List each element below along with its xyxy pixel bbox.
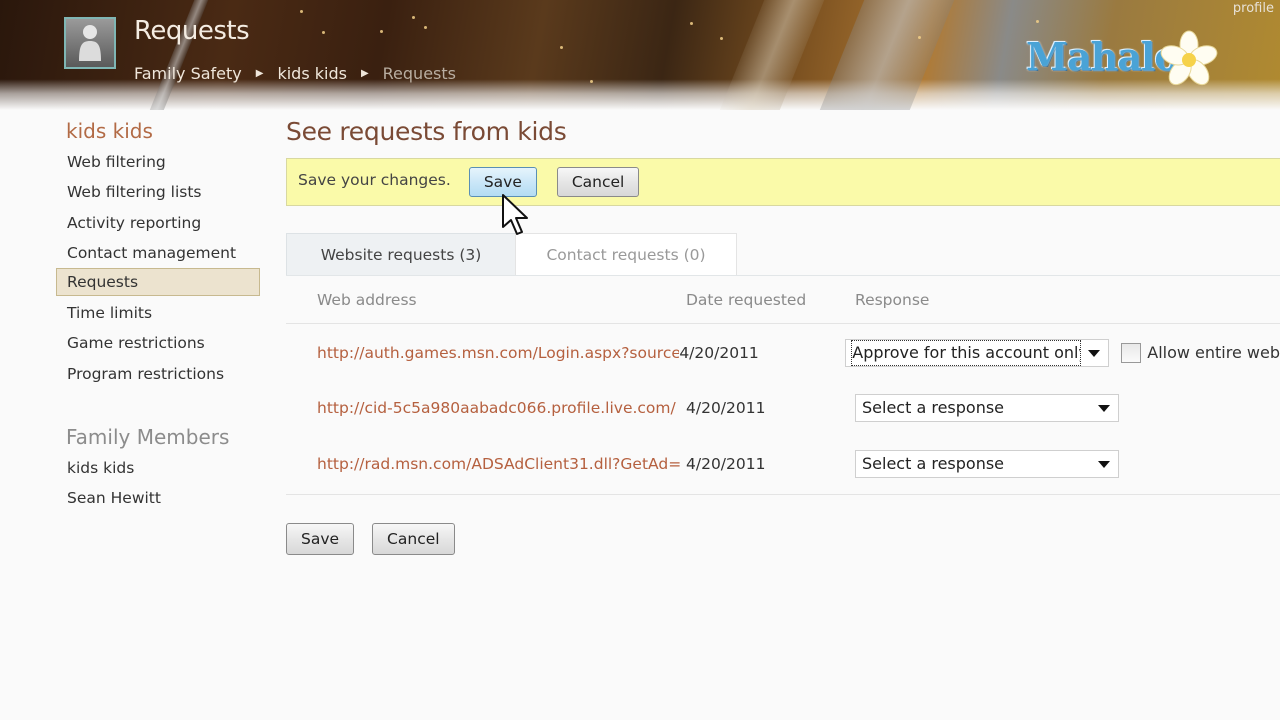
header-decoration: [690, 22, 693, 25]
response-cell: Select a response: [855, 394, 1280, 423]
profile-link[interactable]: profile: [1233, 1, 1274, 16]
save-changes-message: Save your changes.: [298, 171, 451, 189]
bottom-actions: Save Cancel: [286, 522, 1280, 555]
family-members-heading: Family Members: [66, 425, 230, 450]
column-header-web-address: Web address: [317, 290, 417, 309]
triangle-right-icon: ▶: [255, 68, 264, 79]
header-decoration: [1036, 20, 1039, 23]
sidebar-item-time-limits[interactable]: Time limits: [56, 297, 260, 327]
main-content: See requests from kids Save your changes…: [286, 110, 1280, 555]
sidebar-item-web-filtering-lists[interactable]: Web filtering lists: [56, 176, 260, 206]
breadcrumb-kids-kids[interactable]: kids kids: [277, 64, 347, 83]
date-requested: 4/20/2011: [686, 454, 766, 473]
tab-contact-requests[interactable]: Contact requests (0): [515, 233, 737, 275]
cancel-button-bottom[interactable]: Cancel: [372, 522, 455, 555]
sidebar-item-contact-management[interactable]: Contact management: [56, 237, 260, 267]
web-address-link[interactable]: http://rad.msn.com/ADSAdClient31.dll?Get…: [286, 455, 686, 473]
response-select[interactable]: Select a response: [855, 394, 1119, 423]
mouse-cursor-icon: [502, 194, 528, 235]
breadcrumb: Family Safety ▶ kids kids ▶ Requests: [134, 64, 456, 83]
column-header-response: Response: [855, 290, 930, 309]
response-select[interactable]: Select a response: [855, 449, 1119, 478]
sidebar-item-program-restrictions[interactable]: Program restrictions: [56, 358, 260, 388]
sidebar: kids kids Web filtering Web filtering li…: [56, 116, 260, 513]
breadcrumb-family-safety[interactable]: Family Safety: [134, 64, 242, 83]
allow-entire-website-label: Allow entire web: [1147, 343, 1280, 363]
cancel-button[interactable]: Cancel: [556, 167, 640, 197]
request-tabs: Website requests (3) Contact requests (0…: [286, 233, 1280, 275]
save-button-bottom[interactable]: Save: [286, 522, 355, 555]
triangle-right-icon: ▶: [360, 68, 369, 79]
header-decoration: [807, 0, 963, 110]
chevron-down-icon: [1098, 405, 1110, 413]
chevron-down-icon: [1098, 460, 1110, 468]
web-address-link[interactable]: http://cid-5c5a980aabadc066.profile.live…: [286, 399, 686, 417]
response-cell: Approve for this account only Allow enti…: [845, 338, 1280, 367]
page-heading: Requests: [134, 16, 250, 46]
sidebar-item-activity-reporting[interactable]: Activity reporting: [56, 207, 260, 237]
header-decoration: [412, 16, 415, 19]
header-decoration: [720, 37, 723, 40]
table-row: http://rad.msn.com/ADSAdClient31.dll?Get…: [286, 436, 1280, 492]
header-decoration: [424, 26, 427, 29]
sidebar-account-name: kids kids: [66, 119, 153, 143]
mahalo-logo: Mahalo: [1026, 34, 1180, 79]
date-requested: 4/20/2011: [686, 399, 766, 418]
date-requested: 4/20/2011: [679, 343, 759, 362]
flower-logo-icon: [1160, 30, 1218, 86]
breadcrumb-current: Requests: [382, 64, 456, 83]
response-select[interactable]: Approve for this account only: [845, 338, 1110, 367]
table-row: http://cid-5c5a980aabadc066.profile.live…: [286, 381, 1280, 437]
response-select-value: Select a response: [862, 398, 1005, 418]
response-cell: Select a response: [855, 449, 1280, 478]
header-decoration: [590, 80, 593, 83]
allow-entire-website-checkbox[interactable]: [1121, 342, 1142, 363]
sidebar-item-game-restrictions[interactable]: Game restrictions: [56, 327, 260, 357]
sidebar-item-web-filtering[interactable]: Web filtering: [56, 146, 260, 176]
main-title: See requests from kids: [286, 117, 567, 146]
header-decoration: [300, 10, 303, 13]
page-header: Requests Family Safety ▶ kids kids ▶ Req…: [0, 0, 1280, 110]
tab-website-requests[interactable]: Website requests (3): [286, 233, 515, 275]
table-row: http://auth.games.msn.com/Login.aspx?sou…: [286, 325, 1280, 381]
header-decoration: [707, 0, 833, 110]
user-avatar-icon: [64, 17, 116, 69]
table-body: http://auth.games.msn.com/Login.aspx?sou…: [286, 324, 1280, 495]
header-decoration: [560, 46, 563, 49]
family-member-link[interactable]: Sean Hewitt: [56, 482, 260, 512]
save-changes-bar: Save your changes. Save Cancel: [286, 158, 1280, 235]
sidebar-item-requests[interactable]: Requests: [56, 268, 260, 297]
header-decoration: [322, 31, 325, 34]
column-header-date-requested: Date requested: [686, 290, 807, 309]
table-header: Web address Date requested Response: [286, 276, 1280, 324]
response-select-value: Select a response: [862, 453, 1005, 473]
header-decoration: [380, 30, 383, 33]
web-address-link[interactable]: http://auth.games.msn.com/Login.aspx?sou…: [286, 344, 679, 362]
response-select-value: Approve for this account only: [851, 339, 1082, 366]
chevron-down-icon: [1088, 349, 1101, 357]
family-member-link[interactable]: kids kids: [56, 452, 260, 482]
requests-table: Web address Date requested Response http…: [286, 275, 1280, 495]
header-decoration: [918, 36, 921, 39]
